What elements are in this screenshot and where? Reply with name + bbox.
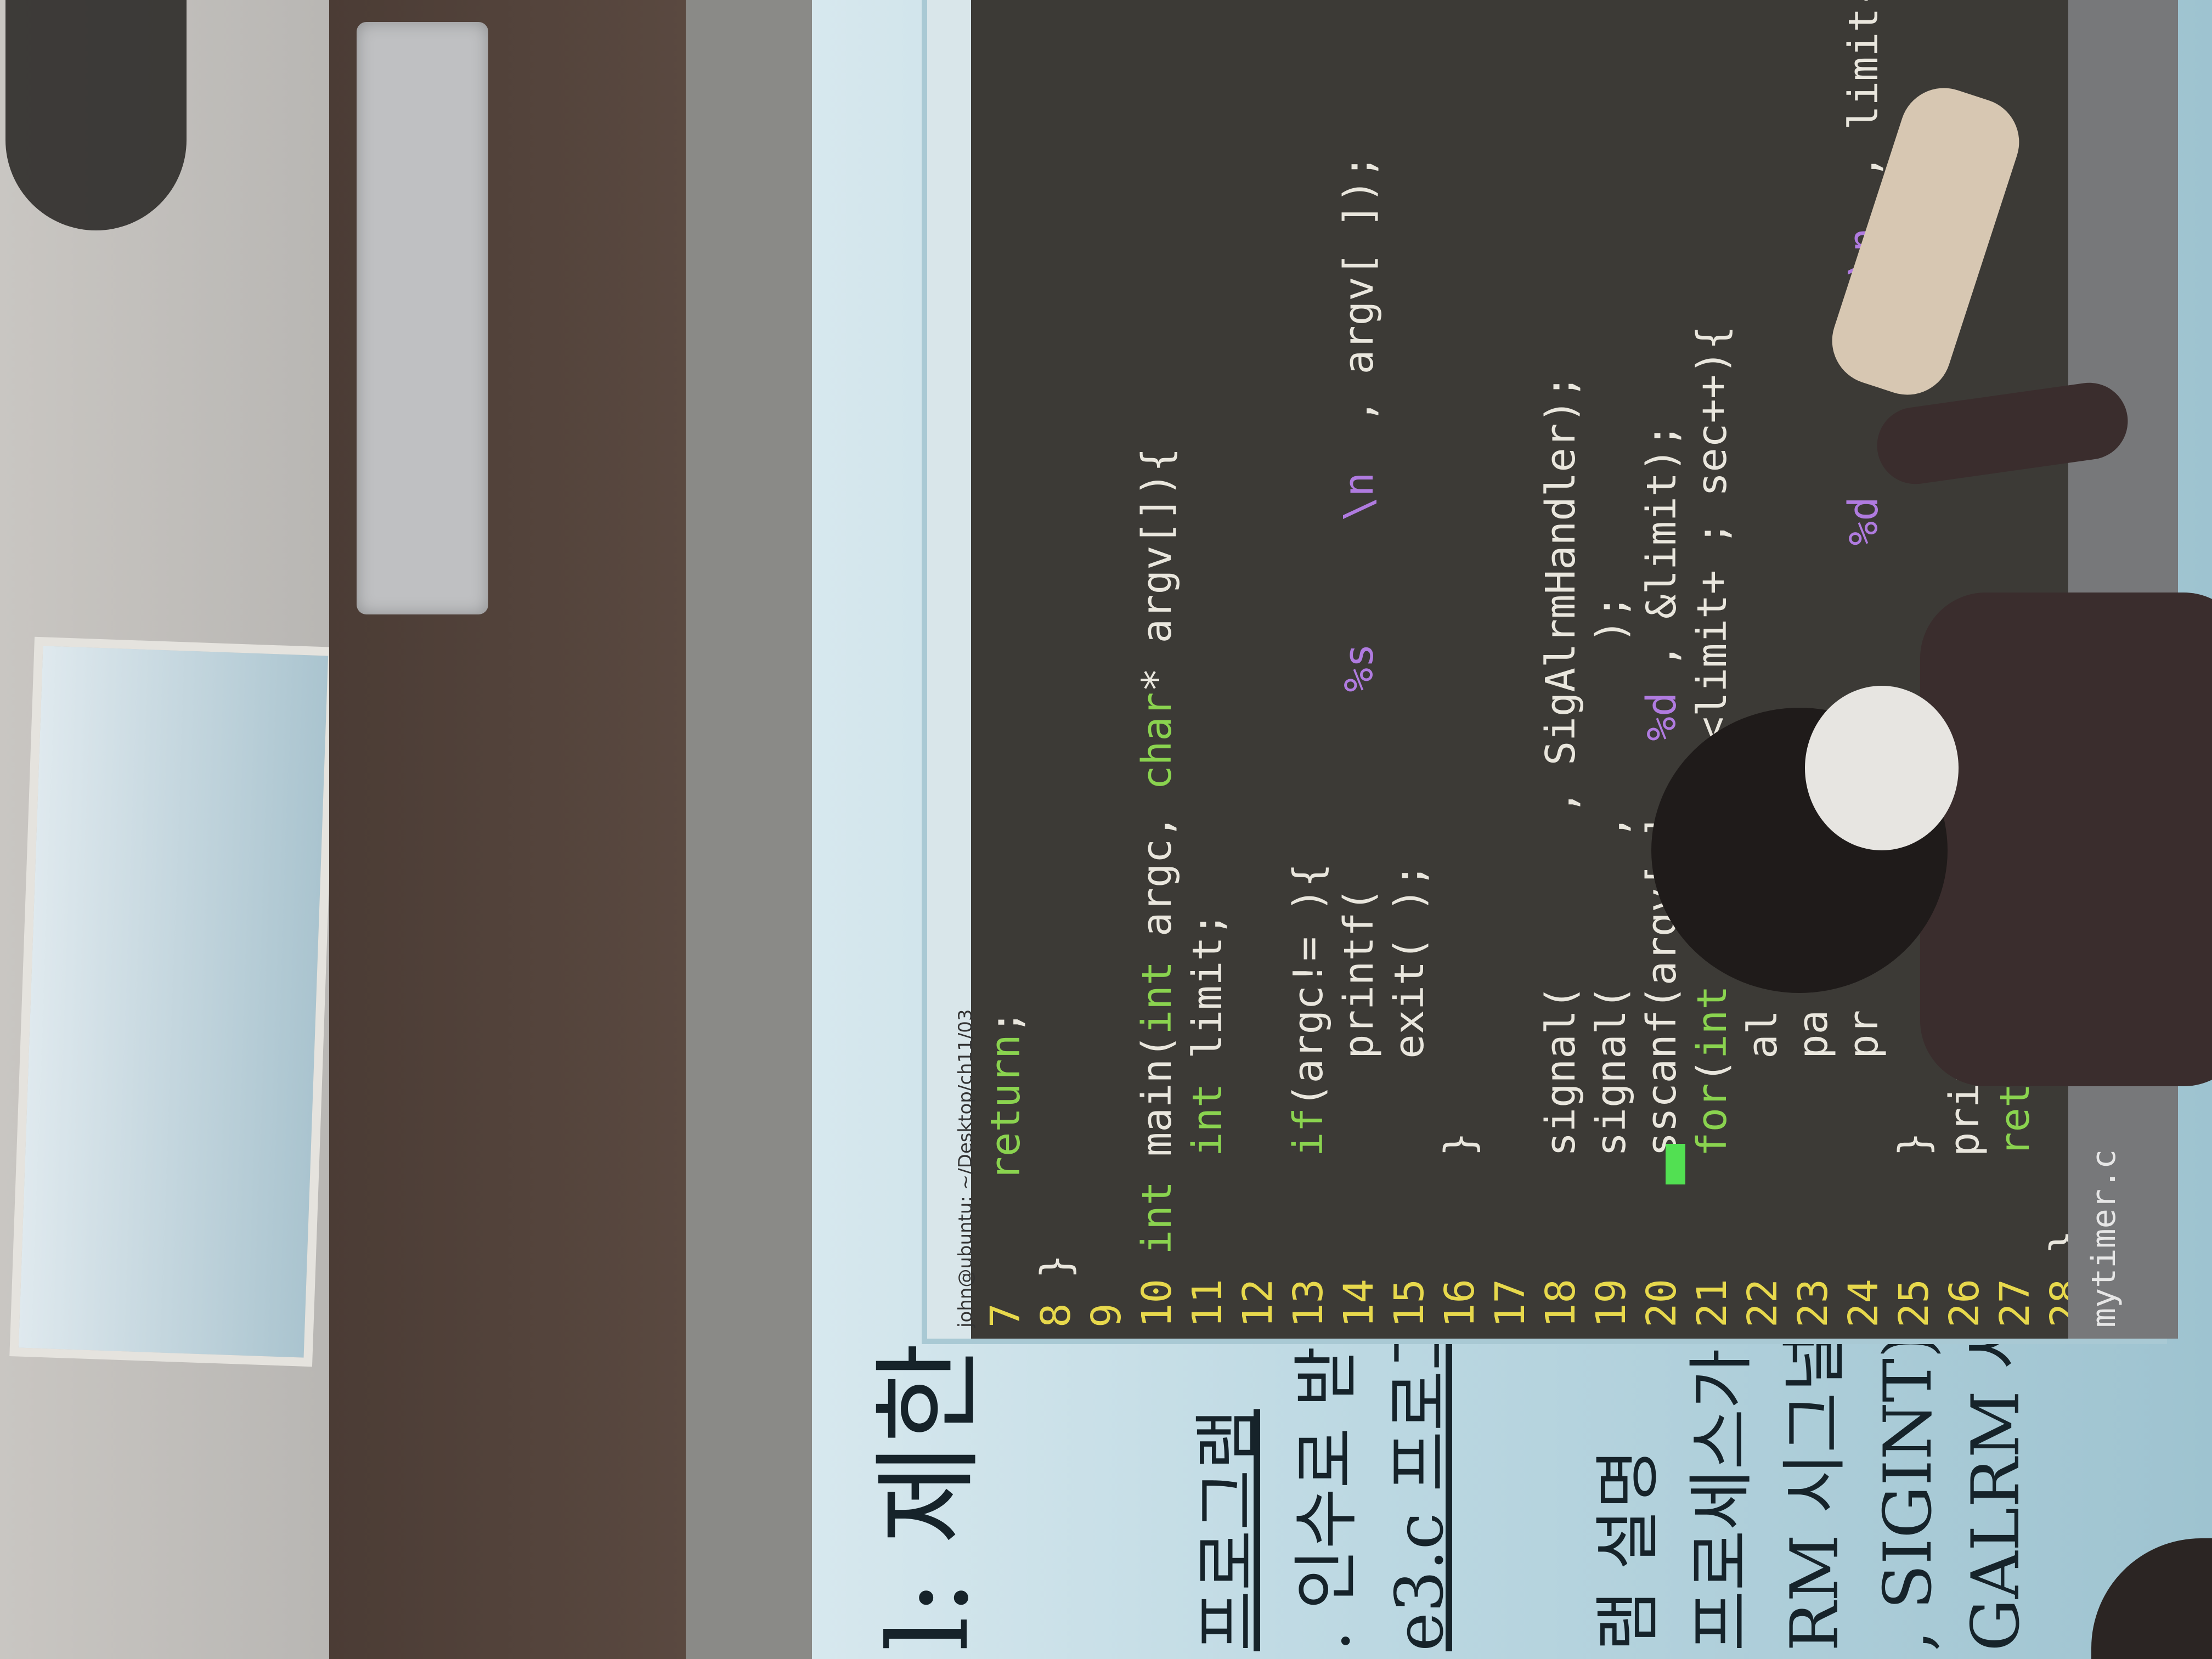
code-line: 8 } (1032, 1254, 1080, 1328)
screen-frame (686, 0, 828, 1659)
code-line: 15 exit( ); (1386, 864, 1433, 1328)
code-line: 17 (1487, 1254, 1534, 1328)
line-number: 12 (1234, 1278, 1282, 1328)
presenter-body (1920, 592, 2212, 1086)
line-number: 23 (1790, 1278, 1837, 1328)
line-number: 18 (1537, 1278, 1584, 1328)
code-line: 13 if(argc!= ){ (1285, 863, 1332, 1328)
code-text: return; (982, 1009, 1029, 1181)
slide-bullet: . 인수로 받은 (1289, 1285, 1365, 1651)
code-line: 14 printf( %s \n , argv[ ]); (1335, 154, 1383, 1328)
classroom-photo: l: 제한 프로그램 . 인수로 받은 e3.c 프로그램 램 설명 프로세스가… (0, 0, 2212, 1659)
line-number: 13 (1285, 1278, 1332, 1328)
projector (357, 22, 488, 614)
code-text: signal( , ); (1588, 594, 1635, 1255)
terminal-title: john@ubuntu: ~/Desktop/ch11/03 (955, 1009, 977, 1328)
line-number: 15 (1386, 1278, 1433, 1328)
text-cursor (1666, 1144, 1685, 1184)
line-number: 8 (1032, 1303, 1080, 1328)
line-number: 17 (1487, 1278, 1534, 1328)
code-line: 22 al (1739, 1010, 1786, 1328)
code-text: } (1436, 1132, 1483, 1255)
code-text: al (1739, 1009, 1786, 1255)
code-line: 12 (1234, 1254, 1282, 1328)
line-number: 25 (1891, 1278, 1938, 1328)
slide-bullet: 램 설명 (1590, 1448, 1667, 1651)
line-number: 16 (1436, 1278, 1483, 1328)
line-number: 7 (982, 1303, 1029, 1328)
code-line: 19 signal( , ); (1588, 594, 1635, 1328)
line-number: 14 (1335, 1278, 1383, 1328)
line-number: 11 (1184, 1278, 1231, 1328)
line-number: 9 (1083, 1303, 1130, 1328)
code-text: signal( , SigAlrmHandler); (1537, 374, 1584, 1255)
slide-bullet: 프로그램 (1190, 1409, 1266, 1651)
editor-filename: mytimer.c (2085, 1149, 2123, 1328)
code-text: exit( ); (1386, 863, 1433, 1255)
code-line: 7 return; (982, 1010, 1029, 1328)
line-number: 26 (1941, 1278, 1988, 1328)
code-line: 23 pa (1790, 1010, 1837, 1328)
code-line: 25 } (1891, 1132, 1938, 1328)
line-number: 22 (1739, 1278, 1786, 1328)
line-number: 21 (1689, 1278, 1736, 1328)
ceiling-vent (5, 0, 187, 230)
code-text: } (1032, 1254, 1080, 1279)
code-line: 11 int limit; (1184, 912, 1231, 1328)
code-text: } (1891, 1132, 1938, 1255)
code-line: 10 int main(int argc, char* argv[]){ (1133, 448, 1181, 1328)
code-line: 9 (1083, 1279, 1130, 1328)
code-text: printf( %s \n , argv[ ]); (1335, 154, 1383, 1255)
code-text: if(argc!= ){ (1285, 863, 1332, 1157)
slide-title: l: 제한 (865, 1342, 993, 1651)
face-mask (1805, 686, 1959, 850)
slide-bullet: GALRM 시 (1958, 1309, 2034, 1651)
ceiling-light (9, 636, 337, 1367)
code-line: 18 signal( , SigAlrmHandler); (1537, 374, 1584, 1328)
line-number: 10 (1133, 1278, 1181, 1328)
code-line: 16 } (1436, 1132, 1483, 1328)
code-text: int limit; (1184, 912, 1231, 1157)
code-text: int main(int argc, char* argv[]){ (1133, 448, 1181, 1255)
line-number: 19 (1588, 1278, 1635, 1328)
line-number: 27 (1991, 1278, 2039, 1328)
line-number: 20 (1638, 1278, 1685, 1328)
code-text: pa (1790, 1009, 1837, 1255)
line-number: 24 (1840, 1278, 1887, 1328)
